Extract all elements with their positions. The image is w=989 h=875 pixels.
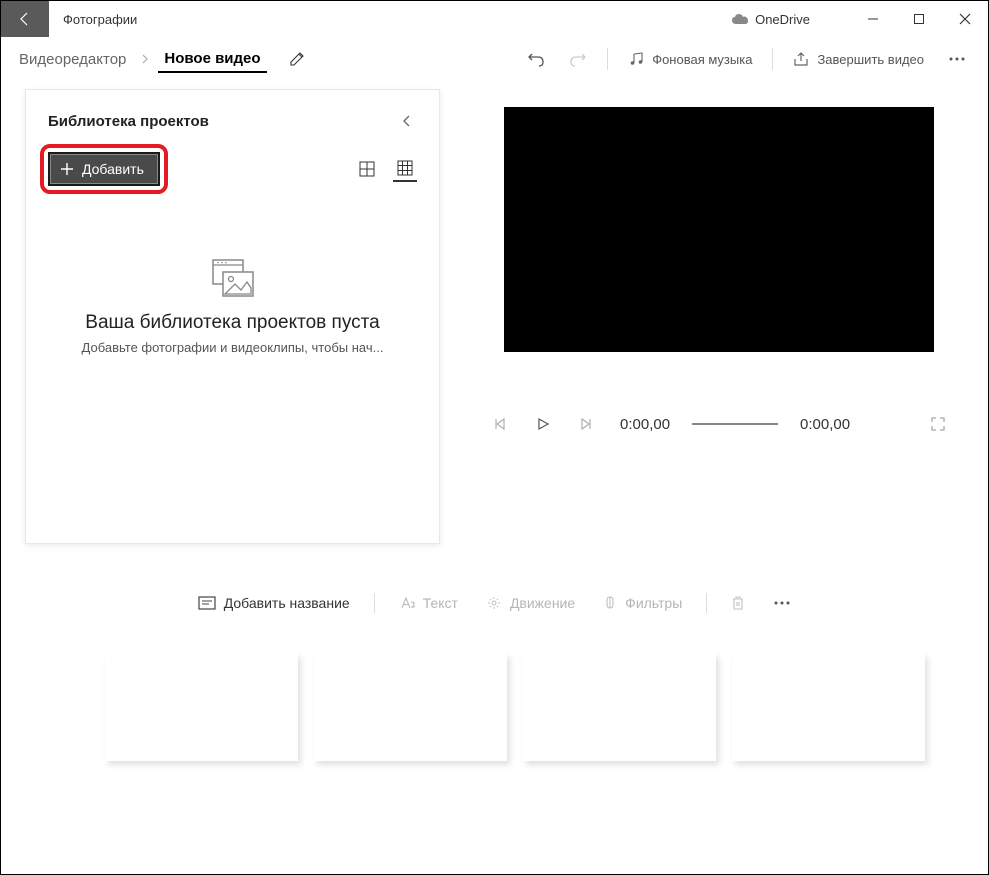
background-music-button[interactable]: Фоновая музыка	[618, 45, 762, 73]
breadcrumb-root[interactable]: Видеоредактор	[13, 47, 132, 72]
close-button[interactable]	[942, 1, 988, 37]
edit-title-button[interactable]	[283, 45, 311, 73]
text-icon	[399, 596, 415, 610]
motion-label: Движение	[510, 595, 575, 611]
storyboard-slot[interactable]	[523, 653, 716, 761]
title-card-icon	[198, 596, 216, 610]
filters-button[interactable]: Фильтры	[591, 589, 694, 617]
collapse-panel-button[interactable]	[397, 110, 417, 132]
app-title: Фотографии	[63, 12, 137, 27]
storyboard-toolbar: Добавить название Текст Движение Фильтры	[1, 579, 988, 627]
fullscreen-button[interactable]	[926, 412, 950, 436]
view-large-grid-button[interactable]	[355, 157, 379, 181]
preview-pane: 0:00,00 0:00,00	[440, 81, 988, 569]
bg-music-label: Фоновая музыка	[652, 52, 752, 67]
storyboard-slot[interactable]	[314, 653, 507, 761]
add-label: Добавить	[82, 161, 144, 177]
cloud-icon	[731, 13, 749, 25]
export-icon	[793, 51, 809, 67]
more-options-button[interactable]	[938, 51, 976, 67]
project-library-panel: Библиотека проектов Добавить	[25, 89, 440, 544]
separator	[772, 48, 773, 70]
library-title: Библиотека проектов	[48, 113, 209, 130]
music-icon	[628, 51, 644, 67]
add-title-card-button[interactable]: Добавить название	[186, 589, 362, 617]
play-button[interactable]	[532, 413, 554, 435]
empty-library-icon	[48, 258, 417, 298]
empty-library-state: Ваша библиотека проектов пуста Добавьте …	[48, 258, 417, 355]
video-preview-canvas[interactable]	[504, 107, 934, 352]
next-frame-button[interactable]	[576, 413, 598, 435]
maximize-button[interactable]	[896, 1, 942, 37]
motion-icon	[486, 595, 502, 611]
empty-title: Ваша библиотека проектов пуста	[48, 312, 417, 334]
current-time: 0:00,00	[620, 416, 670, 433]
redo-button[interactable]	[559, 45, 597, 73]
onedrive-button[interactable]: OneDrive	[731, 12, 810, 27]
filters-icon	[603, 595, 617, 611]
finish-label: Завершить видео	[817, 52, 924, 67]
storyboard-slot[interactable]	[105, 653, 298, 761]
back-button[interactable]	[1, 1, 49, 37]
filters-label: Фильтры	[625, 595, 682, 611]
window-titlebar: Фотографии OneDrive	[1, 1, 988, 37]
total-time: 0:00,00	[800, 416, 850, 433]
minimize-button[interactable]	[850, 1, 896, 37]
text-button[interactable]: Текст	[387, 589, 470, 617]
add-media-button[interactable]: Добавить	[48, 152, 160, 186]
top-toolbar: Видеоредактор Новое видео Фоновая музыка…	[1, 37, 988, 81]
delete-button[interactable]	[719, 589, 757, 617]
separator	[607, 48, 608, 70]
chevron-right-icon	[136, 54, 154, 64]
undo-button[interactable]	[517, 45, 555, 73]
prev-frame-button[interactable]	[488, 413, 510, 435]
add-title-label: Добавить название	[224, 595, 350, 611]
storyboard-strip	[1, 627, 988, 761]
onedrive-label: OneDrive	[755, 12, 810, 27]
finish-video-button[interactable]: Завершить видео	[783, 45, 934, 73]
breadcrumb-current[interactable]: Новое видео	[158, 46, 266, 73]
motion-button[interactable]: Движение	[474, 589, 587, 617]
view-small-grid-button[interactable]	[393, 156, 417, 182]
separator	[706, 593, 707, 613]
separator	[374, 593, 375, 613]
progress-bar[interactable]	[692, 423, 778, 425]
plus-icon	[60, 162, 74, 176]
player-controls: 0:00,00 0:00,00	[480, 412, 958, 436]
empty-subtitle: Добавьте фотографии и видеоклипы, чтобы …	[48, 340, 417, 355]
main-area: Библиотека проектов Добавить	[1, 81, 988, 569]
text-label: Текст	[423, 595, 458, 611]
storyboard-slot[interactable]	[732, 653, 925, 761]
storyboard-more-button[interactable]	[761, 595, 803, 611]
